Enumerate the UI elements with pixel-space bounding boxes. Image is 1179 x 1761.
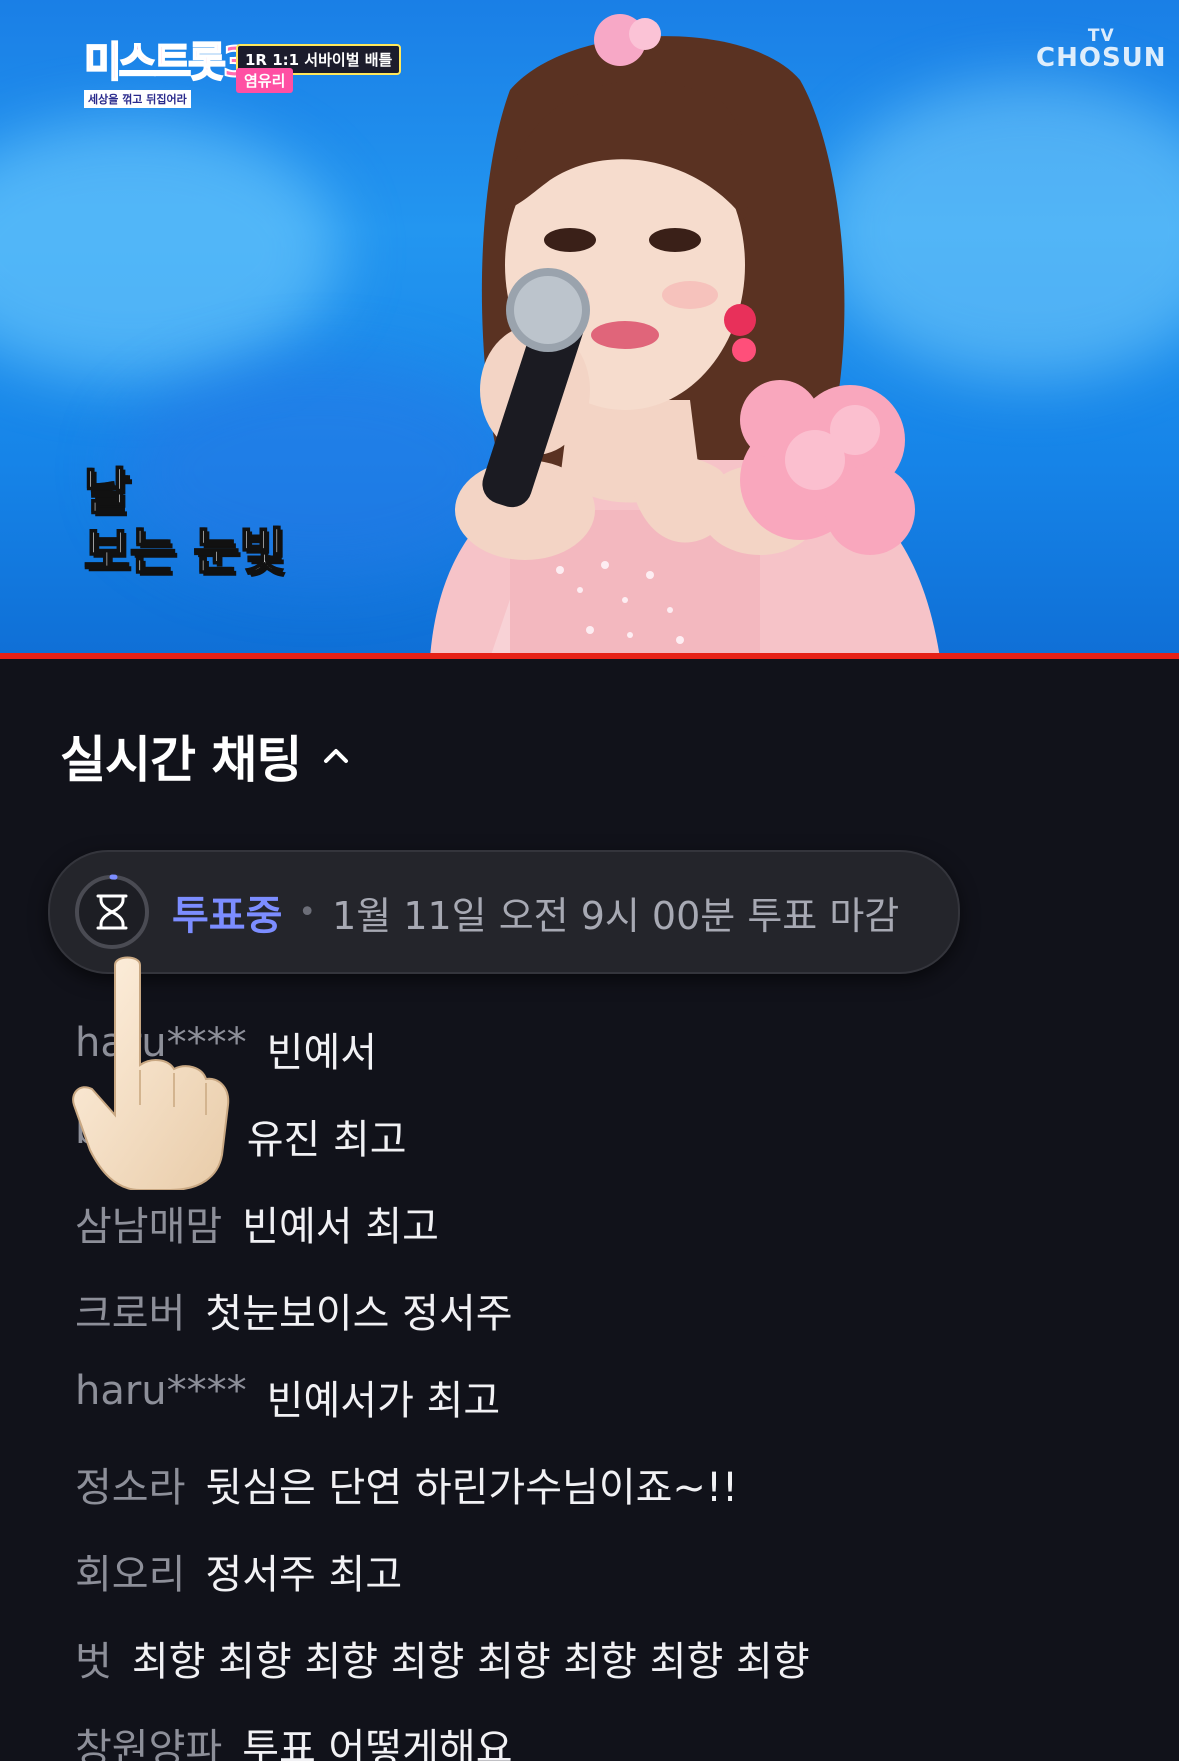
chat-message: 회오리 정서주 최고 <box>75 1542 402 1600</box>
chat-username[interactable]: 창원양파 <box>75 1716 222 1761</box>
chat-header[interactable]: 실시간 채팅 <box>60 720 351 792</box>
subtitle-line-1: 날 <box>83 462 131 522</box>
singer-name-tag: 염유리 <box>236 68 294 93</box>
video-player[interactable]: 미스트롯3 세상을 꺾고 뒤집어라 1R 1:1 서바이벌 배틀 염유리 TV … <box>0 0 1179 658</box>
chat-message: haru**** 빈예서 <box>75 1020 377 1078</box>
chat-message: 창원양파 투표 어떻게해요 <box>75 1716 513 1761</box>
show-logo-text: 미스트롯3 <box>83 38 252 86</box>
chat-username[interactable]: haru**** <box>75 1020 247 1078</box>
vote-deadline: 1월 11일 오전 9시 00분 투표 마감 <box>332 893 900 938</box>
video-progress-bar[interactable] <box>0 653 1179 659</box>
chat-message: bs2**** 유진 최고 <box>75 1107 407 1165</box>
chat-username[interactable]: 크로버 <box>75 1281 185 1339</box>
stage-light <box>0 120 340 380</box>
chat-text: 유진 최고 <box>246 1117 407 1163</box>
broadcaster-logo: TV CHOSUN <box>1036 28 1167 73</box>
vote-separator: • <box>298 894 317 930</box>
chat-text: 최향 최향 최향 최향 최향 최향 최향 최향 <box>131 1639 810 1685</box>
chat-text: 빈예서 <box>266 1030 378 1076</box>
chat-title: 실시간 채팅 <box>60 731 302 789</box>
chat-message: haru**** 빈예서가 최고 <box>75 1368 500 1426</box>
chat-username[interactable]: 벗 <box>75 1629 112 1687</box>
chat-username[interactable]: 정소라 <box>75 1455 185 1513</box>
chat-text: 정서주 최고 <box>205 1552 403 1598</box>
app-root: 미스트롯3 세상을 꺾고 뒤집어라 1R 1:1 서바이벌 배틀 염유리 TV … <box>0 0 1179 1761</box>
chat-text: 빈예서 최고 <box>242 1204 439 1250</box>
video-subtitle: 날 보는 눈빛 <box>83 462 286 582</box>
chat-text: 뒷심은 단연 하린가수님이죠~!! <box>205 1465 739 1511</box>
chat-username[interactable]: 삼남매맘 <box>75 1194 222 1252</box>
chat-message: 크로버 첫눈보이스 정서주 <box>75 1281 513 1339</box>
hourglass-icon <box>75 874 149 949</box>
chat-text: 투표 어떻게해요 <box>242 1726 513 1761</box>
chat-text: 첫눈보이스 정서주 <box>205 1291 513 1337</box>
vote-status: 투표중 <box>172 893 283 939</box>
subtitle-line-2: 보는 눈빛 <box>83 522 286 582</box>
show-logo-subtext: 세상을 꺾고 뒤집어라 <box>84 90 191 108</box>
vote-banner[interactable]: 투표중 • 1월 11일 오전 9시 00분 투표 마감 <box>48 850 960 974</box>
chat-username[interactable]: 회오리 <box>75 1542 185 1600</box>
chat-message-list[interactable]: haru**** 빈예서 bs2**** 유진 최고 삼남매맘 빈예서 최고 크… <box>0 900 1179 1761</box>
chat-username[interactable]: bs2**** <box>75 1107 227 1165</box>
show-logo: 미스트롯3 세상을 꺾고 뒤집어라 <box>83 41 252 112</box>
chat-message: 벗 최향 최향 최향 최향 최향 최향 최향 최향 <box>75 1629 810 1687</box>
chat-message: 삼남매맘 빈예서 최고 <box>75 1194 439 1252</box>
singer-image <box>430 14 940 658</box>
chat-text: 빈예서가 최고 <box>266 1378 501 1424</box>
chevron-up-icon[interactable] <box>321 741 351 771</box>
chat-username[interactable]: haru**** <box>75 1368 247 1426</box>
chat-message: 정소라 뒷심은 단연 하린가수님이죠~!! <box>75 1455 738 1513</box>
broadcaster-logo-main: CHOSUN <box>1036 43 1167 73</box>
